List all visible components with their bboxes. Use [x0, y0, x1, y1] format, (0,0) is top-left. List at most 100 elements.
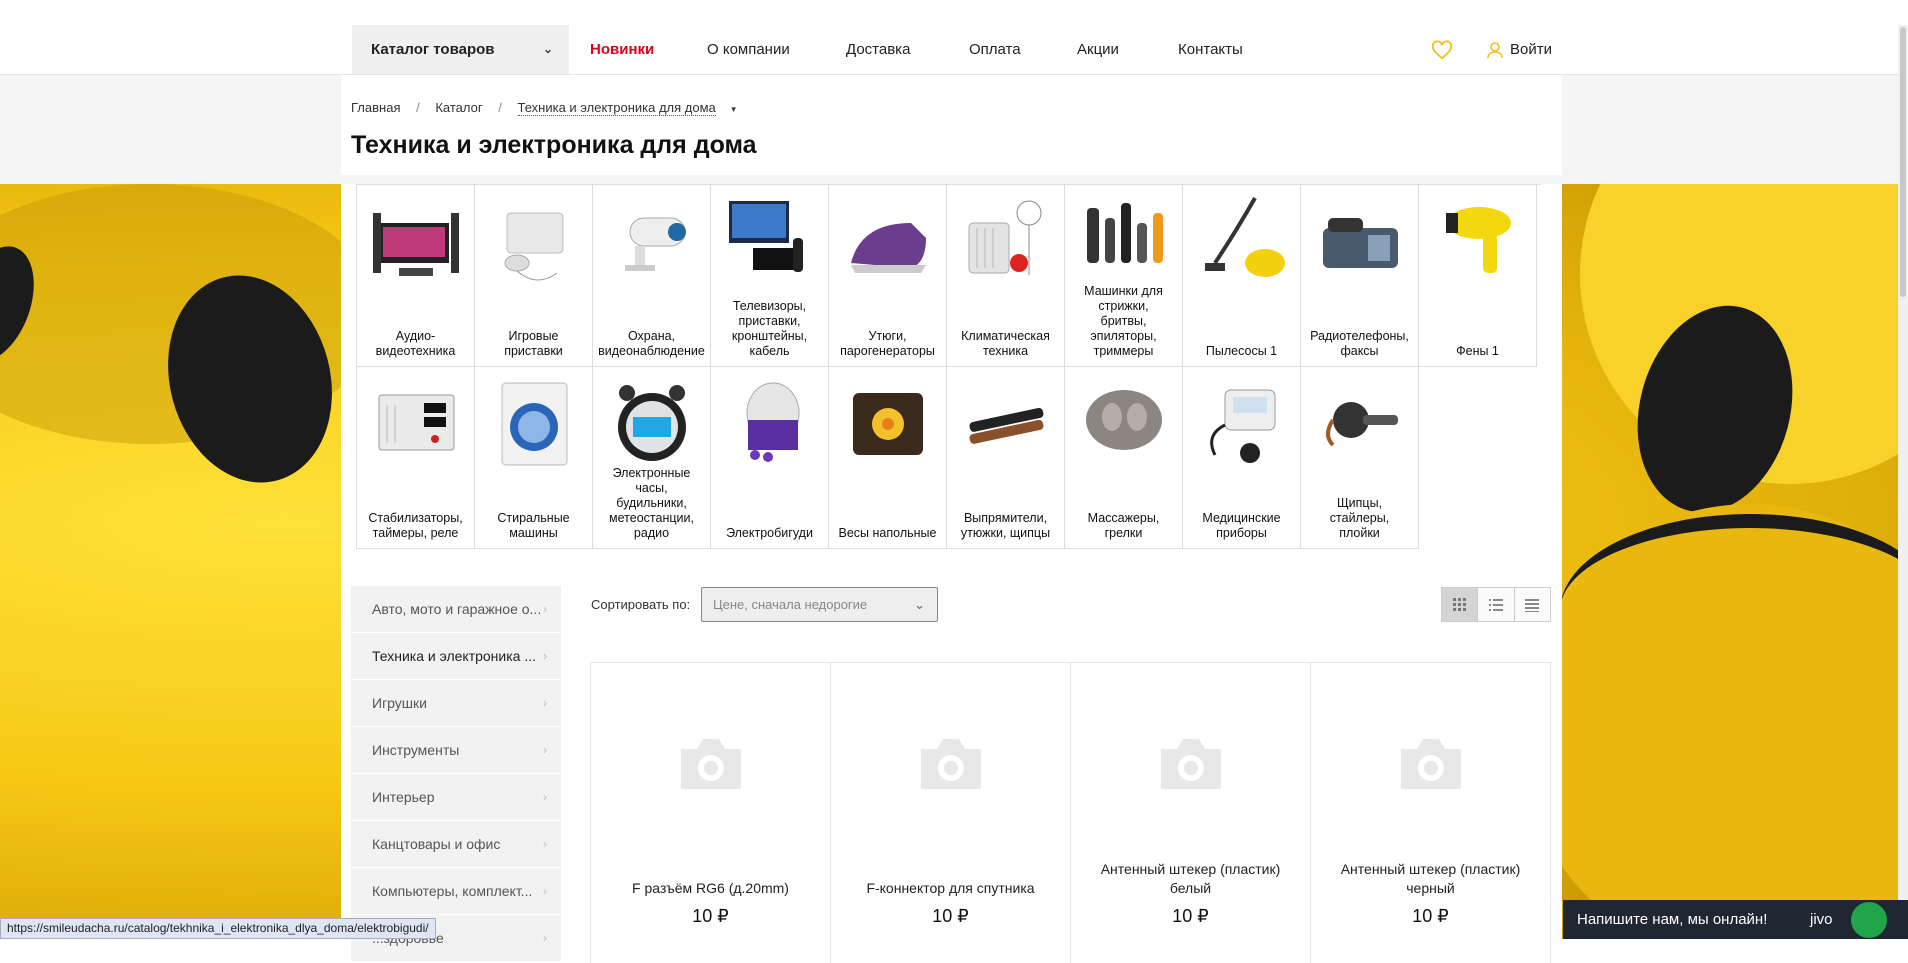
sidebar-item-label: Интерьер [372, 789, 435, 805]
category-tile[interactable]: Машинки для стрижки, бритвы, эпиляторы, … [1065, 185, 1183, 367]
category-label: Стиральные машины [497, 511, 570, 540]
page-scrollbar[interactable] [1898, 25, 1908, 939]
product-card[interactable]: Антенный штекер (пластик) черный 10 ₽ [1311, 663, 1551, 963]
category-label: Фены 1 [1456, 344, 1499, 358]
sidebar-item[interactable]: Авто, мото и гаражное о... › [351, 586, 561, 633]
breadcrumb-home[interactable]: Главная [351, 100, 400, 115]
user-icon [1487, 42, 1503, 59]
main-container: Главная / Каталог / Техника и электроник… [341, 75, 1562, 963]
nav-link-delivery[interactable]: Доставка [846, 25, 910, 74]
category-tile[interactable]: Щипцы, стайлеры, плойки [1301, 367, 1419, 549]
view-grid-button[interactable] [1442, 588, 1479, 621]
climate-icon [968, 200, 1042, 275]
chevron-right-icon: › [543, 649, 547, 663]
product-card[interactable]: Антенный штекер (пластик) белый 10 ₽ [1071, 663, 1311, 963]
category-tile[interactable]: Медицинские приборы [1183, 367, 1301, 549]
floor-scale-icon [853, 393, 923, 455]
product-card[interactable]: F-коннектор для спутника 10 ₽ [831, 663, 1071, 963]
category-tile[interactable]: Охрана, видеонаблюдение [593, 185, 711, 367]
audio-video-icon [373, 213, 459, 276]
category-tile[interactable]: Аудио- видеотехника [357, 185, 475, 367]
category-grid: Аудио- видеотехника Игровые приставки Охра… [356, 184, 1541, 549]
category-tile[interactable]: Фены 1 [1419, 185, 1537, 367]
product-name-text: Антенный штекер (пластик) белый [1100, 861, 1281, 896]
camera-placeholder-icon [1401, 739, 1461, 789]
chevron-right-icon: › [543, 790, 547, 804]
product-price: 10 ₽ [932, 906, 969, 926]
chevron-right-icon: › [543, 837, 547, 851]
view-compact-button[interactable] [1514, 588, 1550, 621]
nav-link-payment[interactable]: Оплата [969, 25, 1021, 74]
list-icon [1488, 598, 1503, 611]
sidebar-item[interactable]: Интерьер › [351, 774, 561, 821]
nav-link-contacts[interactable]: Контакты [1178, 25, 1243, 74]
camera-placeholder-icon [921, 739, 981, 789]
sort-select[interactable]: Цене, сначала недорогие ⌄ [701, 587, 938, 622]
top-strip [0, 0, 1908, 26]
sort-label: Сортировать по: [591, 597, 691, 612]
sidebar-item[interactable]: Канцтовары и офис › [351, 821, 561, 868]
hair-straightener-icon [969, 407, 1044, 444]
chevron-right-icon: › [543, 602, 547, 616]
category-tile[interactable]: Климатическая техника [947, 185, 1065, 367]
catalog-button-label: Каталог товаров [371, 41, 495, 58]
security-camera-icon [625, 217, 686, 271]
chat-widget[interactable]: Напишите нам, мы онлайн! jivo [1563, 900, 1908, 939]
category-tile[interactable]: Стабилизаторы, таймеры, реле [357, 367, 475, 549]
nav-link-promo[interactable]: Акции [1077, 25, 1119, 74]
category-tile[interactable]: Телевизоры, приставки, кронштейны, кабел… [711, 185, 829, 367]
category-tile[interactable]: Электронные часы, будильники, метеостанц… [593, 367, 711, 549]
category-label: Машинки для стрижки, бритвы, эпиляторы, … [1084, 284, 1163, 358]
product-name-text: F разъём RG6 (д.20mm) [632, 880, 789, 896]
login-label: Войти [1510, 41, 1552, 58]
compact-list-icon [1525, 598, 1540, 612]
clipper-icon [1087, 203, 1163, 263]
product-grid: F разъём RG6 (д.20mm) 10 ₽ F-коннектор д… [590, 662, 1552, 963]
breadcrumb-current[interactable]: Техника и электроника для дома [517, 100, 716, 116]
iron-icon [851, 223, 926, 273]
vacuum-icon [1205, 197, 1285, 277]
sidebar-item[interactable]: Инструменты › [351, 727, 561, 774]
sidebar-item[interactable]: Техника и электроника ... › [351, 633, 561, 680]
category-tile[interactable]: Электробигуди [711, 367, 829, 549]
breadcrumb: Главная / Каталог / Техника и электроник… [351, 100, 748, 116]
breadcrumb-separator: / [416, 100, 420, 115]
category-tile[interactable]: Выпрямители, утюжки, щипцы [947, 367, 1065, 549]
sidebar-item-label: Техника и электроника ... [372, 648, 537, 664]
category-tile[interactable]: Пылесосы 1 [1183, 185, 1301, 367]
chevron-right-icon: › [543, 696, 547, 710]
category-label: Пылесосы 1 [1205, 344, 1278, 358]
nav-link-new[interactable]: Новинки [590, 25, 654, 74]
status-bar-url: https://smileudacha.ru/catalog/tekhnika_… [0, 918, 436, 939]
product-card[interactable]: F разъём RG6 (д.20mm) 10 ₽ [591, 663, 831, 963]
scrollbar-thumb[interactable] [1900, 27, 1906, 297]
category-tile[interactable]: Утюги, парогенераторы [829, 185, 947, 367]
blood-pressure-icon [1210, 389, 1276, 463]
catalog-button[interactable]: Каталог товаров ⌄ [352, 25, 569, 74]
phone-fax-icon [1323, 218, 1398, 268]
category-label: Радиотелефоны, факсы [1310, 329, 1409, 358]
category-label: Аудио- видеотехника [375, 329, 456, 358]
category-tile[interactable]: Игровые приставки [475, 185, 593, 367]
product-name[interactable]: F-коннектор для спутника [841, 858, 1060, 898]
product-name[interactable]: F разъём RG6 (д.20mm) [601, 858, 820, 898]
favorites-heart-icon[interactable] [1431, 39, 1453, 61]
login-link[interactable]: Войти [1486, 25, 1552, 74]
sidebar-item[interactable]: Игрушки › [351, 680, 561, 727]
category-tile[interactable]: Весы напольные [829, 367, 947, 549]
category-label: Электробигуди [726, 526, 813, 540]
category-label: Электронные часы, будильники, метеостанц… [609, 466, 694, 540]
category-tile[interactable]: Стиральные машины [475, 367, 593, 549]
category-tile[interactable]: Массажеры, грелки [1065, 367, 1183, 549]
chat-status-icon [1851, 902, 1887, 938]
view-list-button[interactable] [1478, 588, 1515, 621]
main-navbar: Каталог товаров ⌄ Новинки О компании Дос… [0, 25, 1908, 75]
sidebar-item[interactable]: Компьютеры, комплект... › [351, 868, 561, 915]
nav-link-about[interactable]: О компании [707, 25, 790, 74]
product-price: 10 ₽ [1172, 906, 1209, 926]
breadcrumb-catalog[interactable]: Каталог [435, 100, 482, 115]
product-name[interactable]: Антенный штекер (пластик) белый [1081, 858, 1300, 898]
category-tile[interactable]: Радиотелефоны, факсы [1301, 185, 1419, 367]
chevron-right-icon: › [543, 884, 547, 898]
product-name[interactable]: Антенный штекер (пластик) черный [1321, 858, 1540, 898]
